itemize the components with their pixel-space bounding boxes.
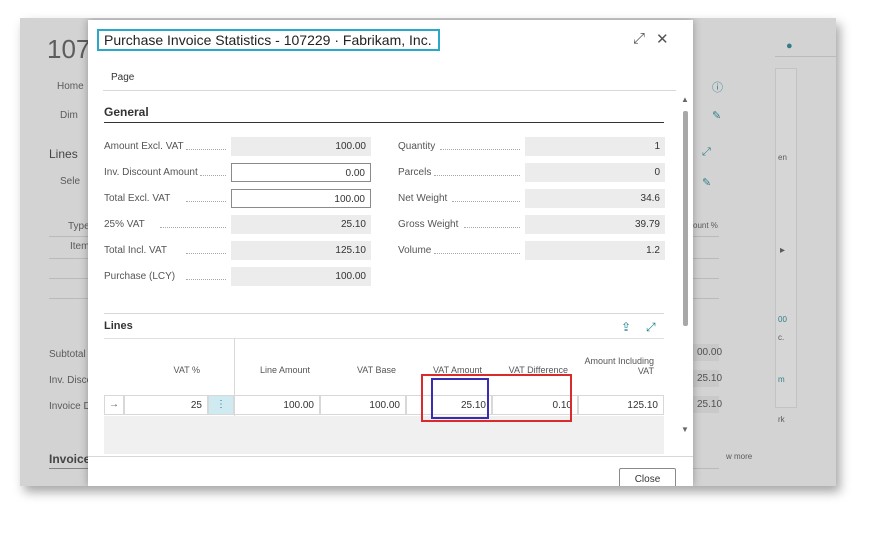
close-button[interactable]: Close: [619, 468, 676, 486]
field-label: Volume: [398, 245, 432, 256]
divider: [104, 313, 664, 314]
menu-page[interactable]: Page: [111, 72, 134, 83]
divider: [88, 456, 693, 457]
col-header-amount-incl-vat[interactable]: Amount Including VAT: [582, 356, 654, 376]
dialog-title: Purchase Invoice Statistics - 107229 · F…: [104, 32, 432, 48]
line-amount-cell[interactable]: 100.00: [234, 395, 320, 415]
general-header[interactable]: General: [104, 105, 149, 119]
share-icon[interactable]: ⇪: [621, 320, 631, 334]
app-window: 107 Home Dim Lines Sele Type Item Subtot…: [20, 18, 836, 486]
dots: [186, 201, 226, 202]
dots: [200, 175, 226, 176]
vat-base-cell[interactable]: 100.00: [320, 395, 406, 415]
scroll-up-icon[interactable]: ▲: [681, 95, 689, 104]
col-header-vat-base[interactable]: VAT Base: [324, 365, 396, 375]
scroll-down-icon[interactable]: ▼: [681, 425, 689, 434]
dots: [186, 253, 226, 254]
row-menu-icon[interactable]: ⋮: [208, 395, 234, 415]
field-label: Total Excl. VAT: [104, 193, 171, 204]
total-incl-vat-value: 125.10: [231, 241, 371, 260]
purchase-lcy-value: 100.00: [231, 267, 371, 286]
divider: [103, 90, 676, 91]
volume-value: 1.2: [525, 241, 665, 260]
statistics-dialog: Purchase Invoice Statistics - 107229 · F…: [88, 20, 693, 486]
gross-weight-value: 39.79: [525, 215, 665, 234]
close-icon[interactable]: ✕: [656, 30, 669, 48]
table-empty-area: [104, 416, 664, 454]
dots: [434, 253, 520, 254]
net-weight-value: 34.6: [525, 189, 665, 208]
field-label: Net Weight: [398, 193, 448, 204]
col-header-vat-pct[interactable]: VAT %: [128, 365, 200, 375]
expand-icon[interactable]: ⤢: [646, 320, 656, 335]
vat-amount-highlight-blue: [431, 378, 489, 419]
expand-icon[interactable]: ⤢: [633, 30, 645, 47]
field-label: Amount Excl. VAT: [104, 141, 184, 152]
field-label: Total Incl. VAT: [104, 245, 167, 256]
parcels-value: 0: [525, 163, 665, 182]
field-label: Gross Weight: [398, 219, 459, 230]
scroll-thumb[interactable]: [683, 111, 688, 326]
total-excl-vat-input[interactable]: 100.00: [231, 189, 371, 208]
dots: [160, 227, 226, 228]
amount-incl-vat-cell[interactable]: 125.10: [578, 395, 664, 415]
dots: [464, 227, 520, 228]
dots: [434, 175, 520, 176]
vat-pct-cell[interactable]: 25: [124, 395, 208, 415]
field-label: Inv. Discount Amount: [104, 167, 198, 178]
dots: [440, 149, 520, 150]
quantity-value: 1: [525, 137, 665, 156]
field-label: Purchase (LCY): [104, 271, 176, 282]
dots: [186, 149, 226, 150]
lines-header[interactable]: Lines: [104, 320, 133, 332]
field-label: 25% VAT: [104, 219, 145, 230]
dots: [186, 279, 226, 280]
field-label: Quantity: [398, 141, 436, 152]
field-label: Parcels: [398, 167, 432, 178]
divider: [104, 338, 664, 339]
inv-discount-amount-input[interactable]: 0.00: [231, 163, 371, 182]
amount-excl-vat-value: 100.00: [231, 137, 371, 156]
col-header-line-amount[interactable]: Line Amount: [238, 365, 310, 375]
scrollbar[interactable]: ▲ ▼: [680, 95, 690, 435]
divider: [104, 122, 664, 123]
dots: [452, 201, 520, 202]
row-arrow-icon[interactable]: →: [104, 395, 124, 415]
vat-value: 25.10: [231, 215, 371, 234]
